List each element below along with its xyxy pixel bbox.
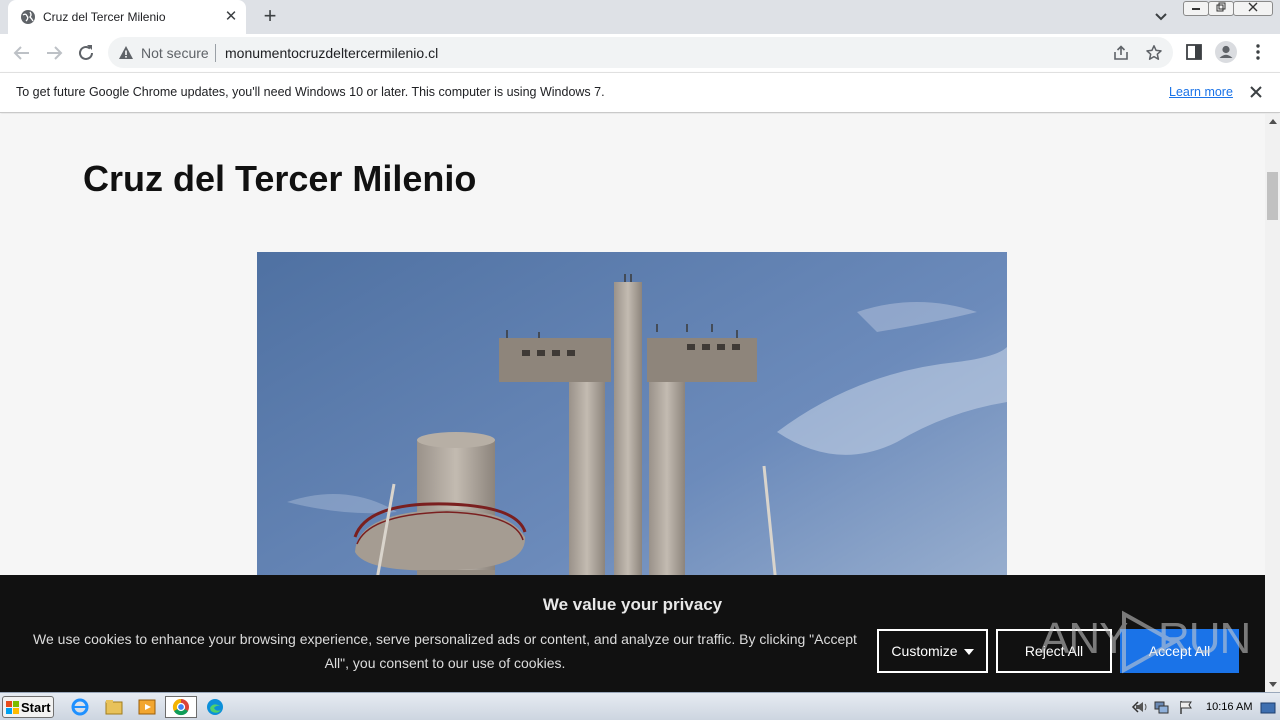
- windows-taskbar: Start 10:16 AM: [0, 692, 1280, 720]
- learn-more-link[interactable]: Learn more: [1169, 85, 1233, 99]
- edge-icon[interactable]: [201, 696, 229, 718]
- omnibox-divider: [215, 44, 216, 62]
- tab-search-chevron-icon[interactable]: [1152, 8, 1170, 26]
- cookie-message: We use cookies to enhance your browsing …: [33, 631, 857, 671]
- start-label: Start: [21, 700, 51, 715]
- restore-icon: [1216, 2, 1226, 12]
- url-text[interactable]: monumentocruzdeltercermilenio.cl: [225, 45, 438, 61]
- minimize-button[interactable]: [1183, 1, 1209, 16]
- reload-icon[interactable]: [74, 41, 98, 65]
- tab-title: Cruz del Tercer Milenio: [43, 10, 166, 24]
- update-infobar: To get future Google Chrome updates, you…: [0, 72, 1280, 113]
- warning-icon[interactable]: [118, 45, 134, 61]
- address-bar[interactable]: Not secure monumentocruzdeltercermilenio…: [108, 37, 1173, 68]
- page-title: Cruz del Tercer Milenio: [83, 158, 477, 199]
- action-center-flag-icon[interactable]: [1178, 699, 1194, 715]
- caret-down-icon: [963, 649, 974, 656]
- internet-explorer-icon[interactable]: [66, 696, 94, 718]
- bookmark-star-icon[interactable]: [1145, 44, 1163, 62]
- volume-icon[interactable]: [1134, 699, 1150, 715]
- windows-logo-icon: [6, 701, 19, 714]
- menu-kebab-icon[interactable]: [1248, 42, 1268, 62]
- show-desktop-icon[interactable]: [1260, 700, 1276, 716]
- tab-active[interactable]: Cruz del Tercer Milenio ✕: [8, 0, 246, 34]
- side-panel-icon[interactable]: [1184, 42, 1204, 62]
- share-icon[interactable]: [1112, 44, 1130, 62]
- media-player-icon[interactable]: [133, 696, 161, 718]
- customize-label: Customize: [891, 643, 958, 659]
- watermark-left-text: ANY: [1040, 614, 1128, 663]
- restore-button[interactable]: [1208, 1, 1234, 16]
- chrome-icon: [172, 698, 189, 716]
- back-arrow-icon[interactable]: [10, 41, 34, 65]
- scroll-up-arrow-icon[interactable]: [1269, 119, 1277, 124]
- new-tab-button[interactable]: +: [258, 5, 282, 29]
- file-explorer-icon[interactable]: [100, 696, 128, 718]
- customize-button[interactable]: Customize: [877, 629, 988, 673]
- browser-toolbar: Not secure monumentocruzdeltercermilenio…: [0, 34, 1280, 72]
- tab-strip: Cruz del Tercer Milenio ✕ +: [0, 0, 1280, 34]
- tab-close-icon[interactable]: ✕: [222, 8, 240, 26]
- close-window-button[interactable]: [1233, 1, 1273, 16]
- network-icon[interactable]: [1153, 699, 1169, 715]
- start-button[interactable]: Start: [2, 696, 54, 718]
- watermark-right-text: RUN: [1158, 614, 1251, 663]
- infobar-message: To get future Google Chrome updates, you…: [16, 85, 605, 99]
- clock[interactable]: 10:16 AM: [1206, 701, 1252, 713]
- scroll-down-arrow-icon[interactable]: [1269, 682, 1277, 687]
- profile-avatar-icon[interactable]: [1215, 41, 1237, 63]
- chrome-taskbar-button[interactable]: [165, 696, 197, 718]
- security-label[interactable]: Not secure: [141, 45, 209, 61]
- infobar-close-icon[interactable]: [1247, 83, 1265, 101]
- close-icon: [1248, 2, 1258, 12]
- globe-icon: [21, 10, 35, 24]
- scrollbar-thumb[interactable]: [1267, 172, 1278, 220]
- anyrun-watermark: ANY RUN: [1040, 610, 1251, 674]
- minimize-icon: [1192, 8, 1200, 10]
- vertical-scrollbar[interactable]: [1265, 114, 1280, 692]
- forward-arrow-icon[interactable]: [42, 41, 66, 65]
